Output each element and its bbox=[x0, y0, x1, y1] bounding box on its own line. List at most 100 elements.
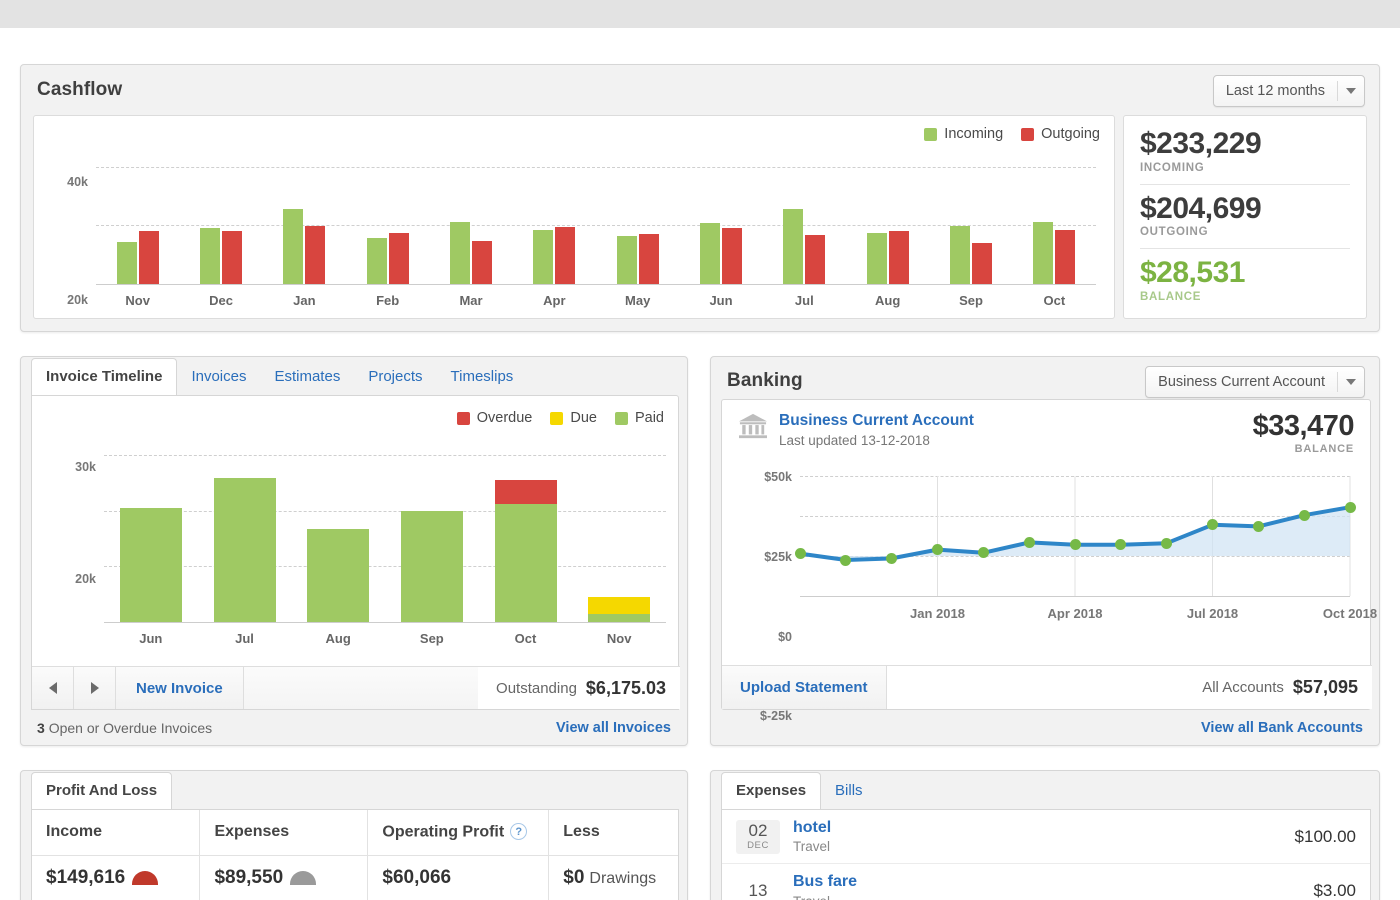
column-operating-profit: Operating Profit? bbox=[368, 810, 549, 855]
tab-timeslips[interactable]: Timeslips bbox=[437, 359, 528, 395]
tab-bills[interactable]: Bills bbox=[821, 773, 877, 809]
stat-label: OUTGOING bbox=[1140, 226, 1350, 238]
bank-icon bbox=[738, 412, 768, 440]
column-income: Income bbox=[32, 810, 200, 855]
legend-label: Paid bbox=[635, 410, 664, 426]
legend-swatch bbox=[457, 412, 470, 425]
bar-incoming-mar bbox=[450, 222, 470, 284]
help-icon[interactable]: ? bbox=[510, 823, 527, 840]
outstanding-label: Outstanding bbox=[496, 680, 577, 697]
gridline: 40k bbox=[96, 167, 1096, 168]
expense-title[interactable]: Bus fare bbox=[793, 873, 1313, 891]
cashflow-period-dropdown[interactable]: Last 12 months bbox=[1213, 75, 1365, 107]
view-all-bank-accounts-link[interactable]: View all Bank Accounts bbox=[1201, 720, 1363, 736]
operating-profit-value: $60,066 bbox=[368, 855, 549, 900]
expense-date: 02 DEC bbox=[736, 820, 780, 854]
expense-title[interactable]: hotel bbox=[793, 819, 1295, 837]
open-invoices-text: Open or Overdue Invoices bbox=[49, 720, 212, 736]
banking-account-name[interactable]: Business Current Account bbox=[779, 412, 974, 430]
divider bbox=[1140, 248, 1350, 249]
view-all-invoices-link[interactable]: View all Invoices bbox=[556, 720, 671, 736]
x-axis-tick: Jul 2018 bbox=[1187, 606, 1238, 621]
tab-invoices[interactable]: Invoices bbox=[177, 359, 260, 395]
bar-paid-oct bbox=[495, 504, 557, 622]
data-point bbox=[886, 553, 897, 564]
bar-outgoing-dec bbox=[222, 231, 242, 284]
bar-paid-jul bbox=[214, 478, 276, 622]
bar-paid-sep bbox=[401, 511, 463, 622]
tab-invoice-timeline[interactable]: Invoice Timeline bbox=[31, 358, 177, 396]
expense-amount: $3.00 bbox=[1313, 881, 1356, 900]
expense-day: 02 bbox=[736, 822, 780, 840]
income-value: $149,616 bbox=[32, 855, 200, 900]
invoice-next-button[interactable] bbox=[74, 667, 116, 709]
stat-value: $204,699 bbox=[1140, 193, 1350, 225]
expenses-card: 02 DEC hotel Travel $100.00 13 Bus fare … bbox=[721, 809, 1371, 900]
all-accounts-label: All Accounts bbox=[1202, 679, 1284, 696]
tab-expenses[interactable]: Expenses bbox=[721, 772, 821, 810]
invoice-footer: New Invoice Outstanding $6,175.03 bbox=[32, 666, 680, 709]
bar-outgoing-apr bbox=[555, 227, 575, 284]
bar-outgoing-may bbox=[639, 234, 659, 284]
open-invoices-status: 3 Open or Overdue Invoices bbox=[37, 720, 212, 736]
expenses-list: 02 DEC hotel Travel $100.00 13 Bus fare … bbox=[722, 810, 1370, 900]
profit-and-loss-card: Income Expenses Operating Profit? Less $… bbox=[31, 809, 679, 900]
stat-value: $233,229 bbox=[1140, 128, 1350, 160]
expenses-gauge-icon bbox=[290, 871, 316, 885]
banking-last-updated: Last updated 13-12-2018 bbox=[779, 433, 974, 448]
x-axis-tick: Aug bbox=[875, 293, 900, 308]
bar-outgoing-oct bbox=[1055, 230, 1075, 284]
expense-amount: $100.00 bbox=[1295, 827, 1356, 847]
tab-projects[interactable]: Projects bbox=[354, 359, 436, 395]
outstanding-summary: Outstanding $6,175.03 bbox=[478, 667, 680, 709]
profit-and-loss-tabs: Profit And Loss bbox=[31, 771, 172, 809]
profit-and-loss-table: Income Expenses Operating Profit? Less $… bbox=[32, 810, 678, 900]
y-axis-tick: 20k bbox=[75, 572, 96, 586]
legend-item: Overdue bbox=[457, 410, 533, 426]
profit-and-loss-panel: Profit And Loss Income Expenses Operatin… bbox=[20, 770, 688, 900]
gridline: 20k bbox=[104, 511, 666, 512]
new-invoice-button[interactable]: New Invoice bbox=[116, 667, 244, 709]
invoice-panel-bottom: 3 Open or Overdue Invoices View all Invo… bbox=[21, 711, 687, 745]
invoice-prev-button[interactable] bbox=[32, 667, 74, 709]
invoice-timeline-chart: Overdue Due Paid 0k10k20k30kJunJulAugSep… bbox=[32, 396, 680, 668]
bar-incoming-oct bbox=[1033, 222, 1053, 284]
gridline: 30k bbox=[104, 455, 666, 456]
bar-incoming-nov bbox=[117, 242, 137, 284]
list-item[interactable]: 13 Bus fare Travel $3.00 bbox=[722, 864, 1370, 900]
banking-line-series bbox=[800, 476, 1350, 596]
legend-item: Paid bbox=[615, 410, 664, 426]
tab-estimates[interactable]: Estimates bbox=[260, 359, 354, 395]
legend-swatch bbox=[924, 128, 937, 141]
bar-incoming-dec bbox=[200, 228, 220, 284]
tab-profit-and-loss[interactable]: Profit And Loss bbox=[31, 772, 172, 810]
data-point bbox=[1024, 537, 1035, 548]
banking-balance: $33,470 BALANCE bbox=[1253, 410, 1354, 455]
bar-paid-jun bbox=[120, 508, 182, 622]
list-item[interactable]: 02 DEC hotel Travel $100.00 bbox=[722, 810, 1370, 864]
data-point bbox=[1253, 521, 1264, 532]
bar-incoming-jan bbox=[283, 209, 303, 284]
x-axis-tick: Jun bbox=[139, 631, 162, 646]
stat-balance: $28,531 BALANCE bbox=[1140, 257, 1350, 303]
less-value: $0Drawings bbox=[549, 855, 678, 900]
dashboard-page: Cashflow Last 12 months Incoming Outgoin… bbox=[0, 0, 1400, 900]
stat-value: $28,531 bbox=[1140, 257, 1350, 289]
stat-label: INCOMING bbox=[1140, 162, 1350, 174]
top-band bbox=[0, 0, 1400, 28]
x-axis-tick: Nov bbox=[607, 631, 632, 646]
x-axis-tick: Apr 2018 bbox=[1048, 606, 1103, 621]
income-gauge-icon bbox=[132, 871, 158, 885]
expenses-tabs: ExpensesBills bbox=[721, 771, 877, 809]
legend-swatch bbox=[615, 412, 628, 425]
banking-account-dropdown[interactable]: Business Current Account bbox=[1145, 366, 1365, 398]
bar-outgoing-feb bbox=[389, 233, 409, 284]
legend-item: Outgoing bbox=[1021, 126, 1100, 142]
x-axis-tick: Nov bbox=[125, 293, 150, 308]
banking-account-value: Business Current Account bbox=[1146, 367, 1337, 397]
banking-card: Business Current Account Last updated 13… bbox=[721, 399, 1371, 710]
gridline: $-25k bbox=[800, 596, 1350, 597]
upload-statement-button[interactable]: Upload Statement bbox=[722, 666, 887, 709]
expense-date: 13 bbox=[736, 880, 780, 900]
gridline: 20k bbox=[96, 225, 1096, 226]
